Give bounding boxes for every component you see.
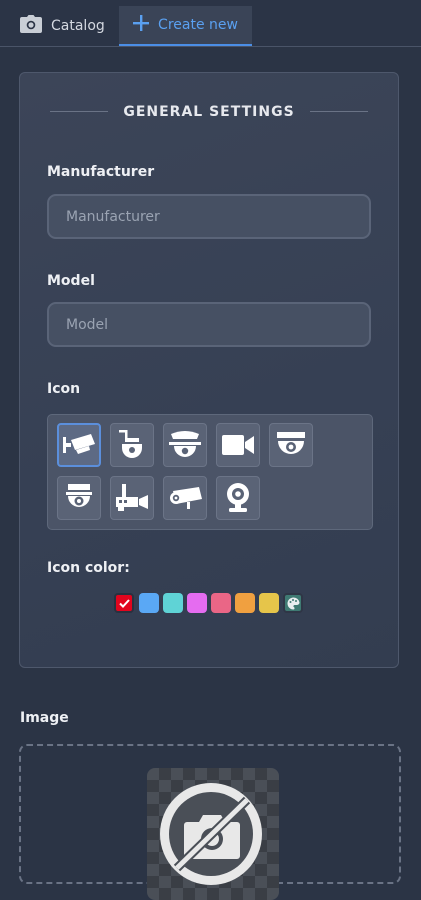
bullet-camera-icon <box>63 434 95 454</box>
title-divider-right <box>310 111 368 112</box>
box-camera-icon <box>170 487 202 509</box>
no-photo-icon <box>160 783 262 885</box>
tab-catalog[interactable]: Catalog <box>20 6 105 46</box>
model-label: Model <box>47 273 95 289</box>
icon-option-ptz-camera[interactable] <box>110 423 154 467</box>
webcam-icon <box>227 483 249 512</box>
color-swatch-magenta[interactable] <box>187 593 207 613</box>
model-input[interactable] <box>47 302 371 347</box>
video-camera-icon <box>222 435 254 455</box>
tab-create-new-label: Create new <box>158 17 238 33</box>
check-icon <box>118 598 130 608</box>
icon-label: Icon <box>47 381 81 397</box>
icon-option-webcam[interactable] <box>216 476 260 520</box>
icon-option-box-camera[interactable] <box>163 476 207 520</box>
color-swatch-yellow[interactable] <box>259 593 279 613</box>
tab-bar: Catalog Create new <box>0 0 421 47</box>
icon-option-wall-camera[interactable] <box>110 476 154 520</box>
image-label: Image <box>20 710 69 726</box>
icon-option-video-camera[interactable] <box>216 423 260 467</box>
color-swatch-orange[interactable] <box>235 593 255 613</box>
image-dropzone[interactable] <box>19 744 401 900</box>
wall-camera-icon <box>116 484 148 511</box>
plus-icon <box>133 15 150 35</box>
icon-option-dome-camera[interactable] <box>269 423 313 467</box>
icon-color-label: Icon color: <box>47 560 130 576</box>
dome-camera-alt-icon <box>66 484 92 507</box>
general-settings-panel: GENERAL SETTINGS Manufacturer Model Icon <box>19 72 399 668</box>
color-swatch-pink[interactable] <box>211 593 231 613</box>
icon-option-speed-dome[interactable] <box>163 423 207 467</box>
dome-camera-icon <box>277 432 305 454</box>
color-swatch-red[interactable] <box>114 593 134 613</box>
icon-option-dome-camera-alt[interactable] <box>57 476 101 520</box>
icon-picker <box>47 414 373 530</box>
ptz-camera-icon <box>119 430 142 458</box>
icon-option-bullet-camera[interactable] <box>57 423 101 467</box>
custom-color-picker[interactable] <box>283 593 303 613</box>
color-swatch-blue[interactable] <box>139 593 159 613</box>
manufacturer-label: Manufacturer <box>47 164 155 180</box>
tab-catalog-label: Catalog <box>51 18 105 34</box>
panel-title: GENERAL SETTINGS <box>123 104 295 120</box>
speed-dome-camera-icon <box>169 431 201 457</box>
color-swatch-cyan[interactable] <box>163 593 183 613</box>
image-placeholder <box>147 768 279 900</box>
palette-icon <box>287 596 299 609</box>
camera-icon <box>20 15 42 37</box>
manufacturer-input[interactable] <box>47 194 371 239</box>
tab-create-new[interactable]: Create new <box>119 6 252 46</box>
